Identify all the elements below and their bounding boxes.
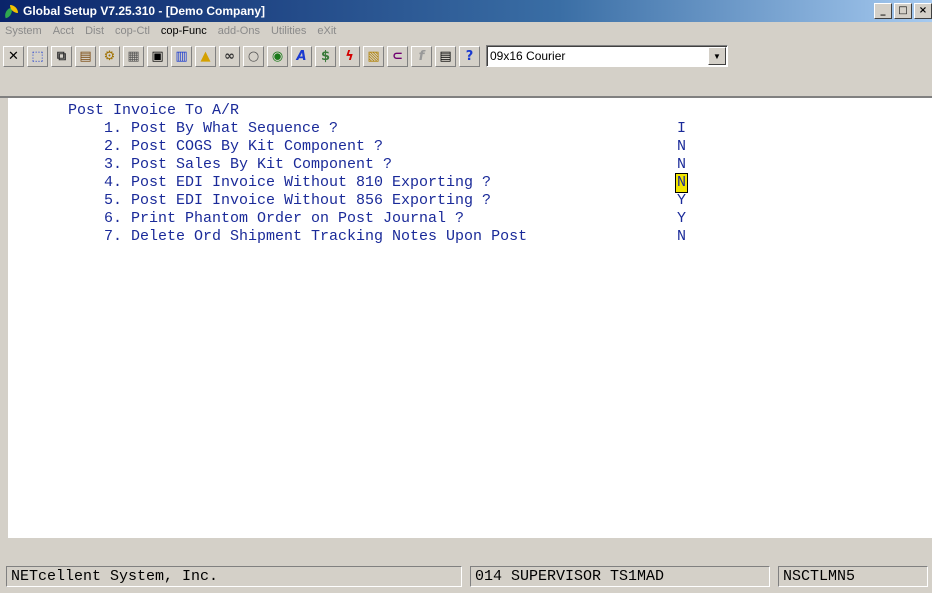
- menu-dist[interactable]: Dist: [80, 25, 110, 37]
- app-window: Global Setup V7.25.310 - [Demo Company] …: [0, 0, 932, 593]
- menu-bar: System Acct Dist cop-Ctl cop-Func add-On…: [0, 22, 932, 40]
- window-controls: _ □ ×: [874, 3, 932, 19]
- option-5-label: 5. Post EDI Invoice Without 856 Exportin…: [104, 192, 492, 209]
- option-3-value[interactable]: N: [676, 156, 687, 174]
- link-icon[interactable]: ⊂: [387, 45, 408, 67]
- settings-icon[interactable]: ⚙: [99, 45, 120, 67]
- calc-icon[interactable]: ▧: [363, 45, 384, 67]
- function-icon[interactable]: f: [411, 45, 432, 67]
- minimize-button[interactable]: _: [874, 3, 892, 19]
- font-icon[interactable]: A: [291, 45, 312, 67]
- option-1-value[interactable]: I: [676, 120, 687, 138]
- status-user: 014 SUPERVISOR TS1MAD: [470, 566, 770, 587]
- menu-cop-func[interactable]: cop-Func: [156, 25, 213, 37]
- menu-system[interactable]: System: [0, 25, 48, 37]
- report-icon[interactable]: ▥: [171, 45, 192, 67]
- option-6-label: 6. Print Phantom Order on Post Journal ?: [104, 210, 465, 227]
- lightning-icon[interactable]: ϟ: [339, 45, 360, 67]
- document-icon[interactable]: ▤: [435, 45, 456, 67]
- menu-acct[interactable]: Acct: [48, 25, 80, 37]
- close-icon[interactable]: ✕: [3, 45, 24, 67]
- status-company: NETcellent System, Inc.: [6, 566, 462, 587]
- copy-icon[interactable]: ⧉: [51, 45, 72, 67]
- properties-icon[interactable]: ▦: [123, 45, 144, 67]
- status-program: NSCTLMN5: [778, 566, 928, 587]
- option-6-value[interactable]: Y: [676, 210, 687, 228]
- terminal-screen: Post Invoice To A/R 1. Post By What Sequ…: [8, 98, 932, 538]
- paste-icon[interactable]: ▤: [75, 45, 96, 67]
- window-title: Global Setup V7.25.310 - [Demo Company]: [23, 4, 266, 18]
- maximize-button[interactable]: □: [894, 3, 912, 19]
- option-3-label: 3. Post Sales By Kit Component ?: [104, 156, 393, 173]
- option-1-label: 1. Post By What Sequence ?: [104, 120, 339, 137]
- money-icon[interactable]: $: [315, 45, 336, 67]
- option-7-label: 7. Delete Ord Shipment Tracking Notes Up…: [104, 228, 528, 245]
- font-select-value: 09x16 Courier: [490, 49, 566, 63]
- option-5-value[interactable]: Y: [676, 192, 687, 210]
- status-bar: NETcellent System, Inc. 014 SUPERVISOR T…: [0, 560, 932, 593]
- option-7-value[interactable]: N: [676, 228, 687, 246]
- menu-cop-ctl[interactable]: cop-Ctl: [110, 25, 156, 37]
- title-bar: Global Setup V7.25.310 - [Demo Company] …: [0, 0, 932, 22]
- select-icon[interactable]: ⬚: [27, 45, 48, 67]
- menu-exit[interactable]: eXit: [312, 25, 342, 37]
- font-select[interactable]: 09x16 Courier ▼: [486, 45, 728, 67]
- globe-icon[interactable]: ◉: [267, 45, 288, 67]
- warning-icon[interactable]: ▲: [195, 45, 216, 67]
- option-2-value[interactable]: N: [676, 138, 687, 156]
- close-button[interactable]: ×: [914, 3, 932, 19]
- help-icon[interactable]: ?: [459, 45, 480, 67]
- notes-icon[interactable]: ▣: [147, 45, 168, 67]
- toolbar: ✕ ⬚ ⧉ ▤ ⚙ ▦ ▣ ▥ ▲ ∞ ○ ◉ A $ ϟ ▧ ⊂ f ▤ ? …: [0, 40, 932, 72]
- option-4-value[interactable]: N: [675, 173, 688, 193]
- screen-heading: Post Invoice To A/R: [68, 102, 240, 119]
- menu-utilities[interactable]: Utilities: [266, 25, 312, 37]
- zoom-icon[interactable]: ○: [243, 45, 264, 67]
- option-4-label: 4. Post EDI Invoice Without 810 Exportin…: [104, 174, 492, 191]
- chevron-down-icon[interactable]: ▼: [708, 47, 726, 65]
- app-logo-icon: [2, 3, 19, 19]
- menu-add-ons[interactable]: add-Ons: [213, 25, 266, 37]
- binoculars-icon[interactable]: ∞: [219, 45, 240, 67]
- option-2-label: 2. Post COGS By Kit Component ?: [104, 138, 384, 155]
